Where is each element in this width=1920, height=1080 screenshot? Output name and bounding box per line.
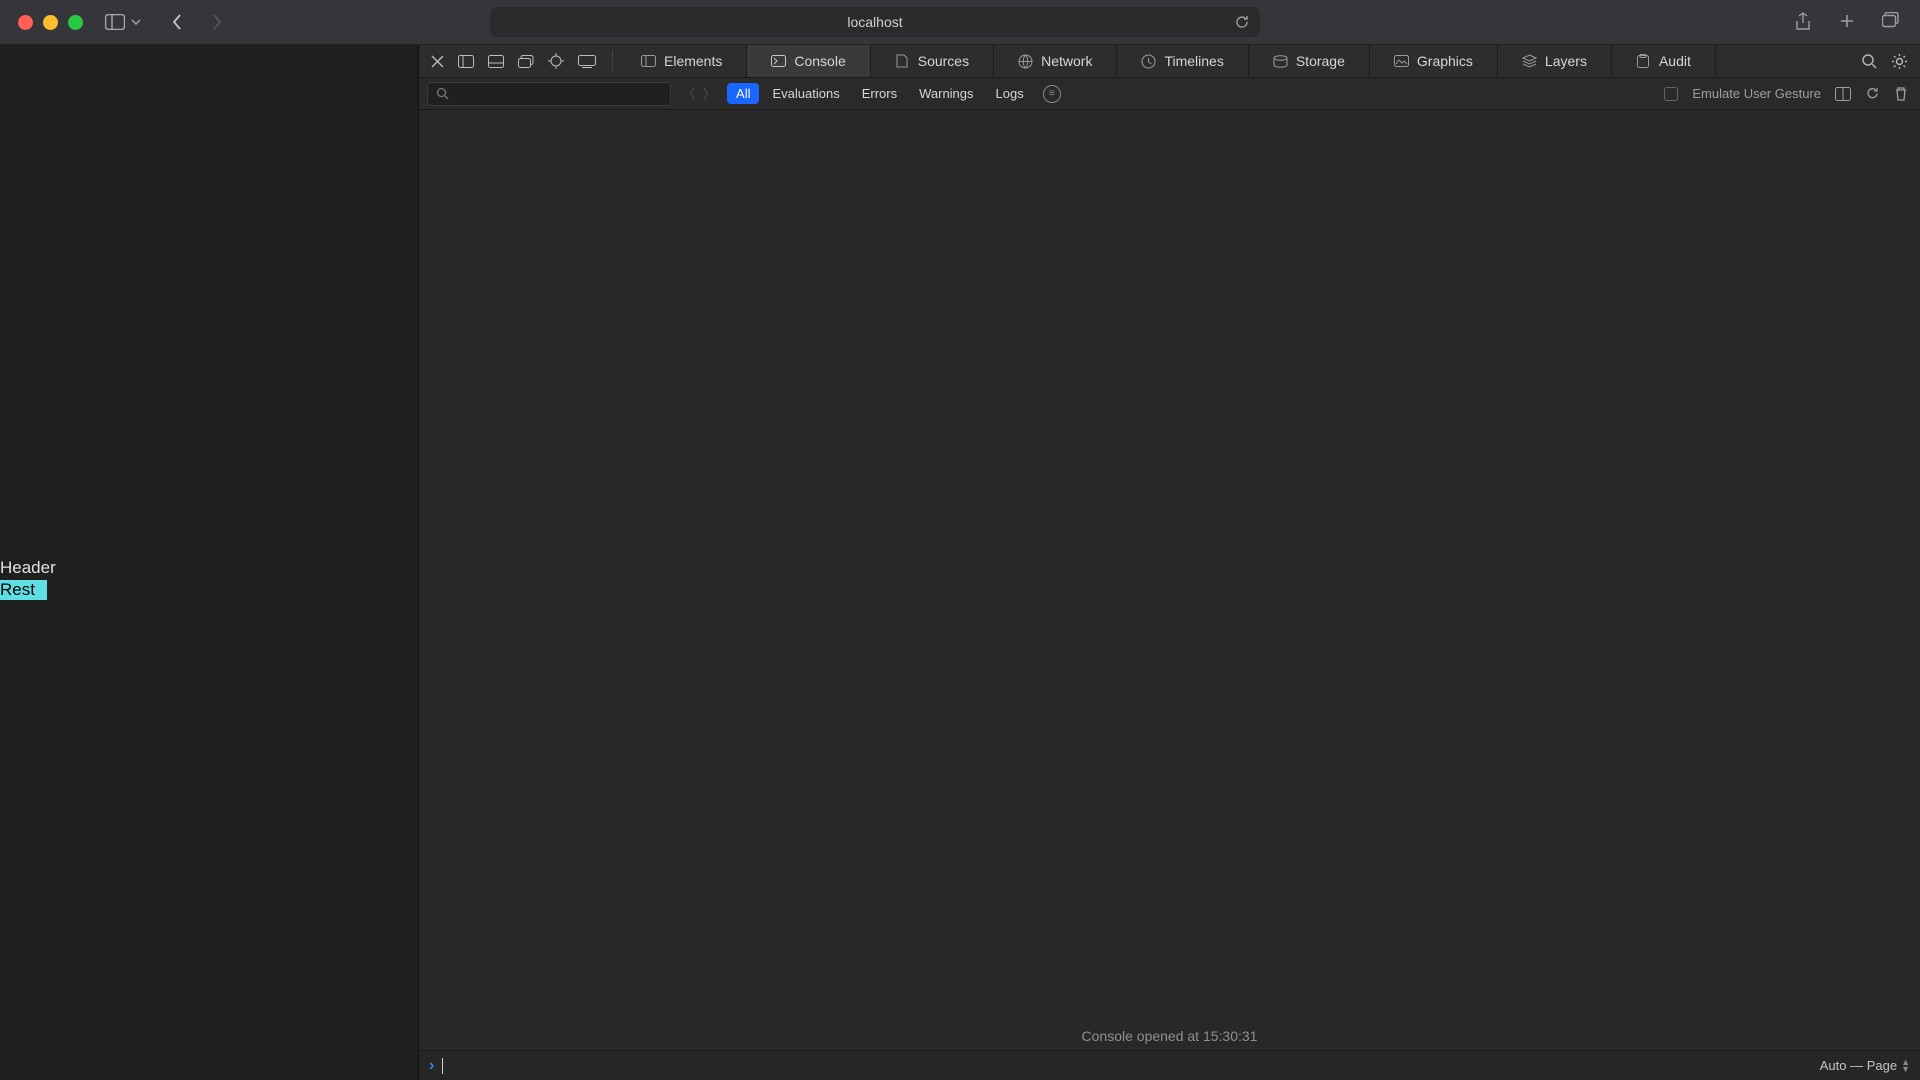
tab-storage[interactable]: Storage (1249, 45, 1370, 77)
filter-options-button[interactable]: ≡ (1043, 85, 1061, 103)
clear-console-button[interactable] (1894, 86, 1908, 101)
nav-forward-button[interactable] (211, 13, 223, 31)
refresh-console-button[interactable] (1865, 86, 1880, 101)
dock-bottom-button[interactable] (488, 55, 504, 68)
tab-label: Timelines (1164, 53, 1223, 69)
filter-pill-errors[interactable]: Errors (853, 83, 906, 104)
console-prompt-row: › Auto — Page ▲▼ (419, 1050, 1920, 1080)
filter-pill-all[interactable]: All (727, 83, 759, 104)
stepper-icon: ▲▼ (1901, 1059, 1910, 1073)
tabs-overview-button[interactable] (1882, 12, 1902, 32)
dock-left-button[interactable] (458, 55, 474, 68)
filter-pill-evaluations[interactable]: Evaluations (763, 83, 848, 104)
tab-layers[interactable]: Layers (1498, 45, 1612, 77)
tab-elements[interactable]: Elements (617, 45, 747, 77)
page-rest-text-highlighted: Rest (0, 580, 47, 600)
tab-audit[interactable]: Audit (1612, 45, 1716, 77)
chevron-down-icon (131, 19, 141, 25)
tab-timelines[interactable]: Timelines (1117, 45, 1248, 77)
page-viewport[interactable]: Header Rest (0, 45, 418, 1080)
emulate-gesture-label: Emulate User Gesture (1692, 86, 1821, 101)
address-bar[interactable]: localhost (490, 7, 1260, 37)
settings-button[interactable] (1891, 53, 1908, 70)
prompt-input[interactable] (442, 1058, 443, 1074)
storage-icon (1273, 54, 1288, 69)
sources-icon (895, 54, 910, 69)
close-window-button[interactable] (18, 15, 33, 30)
elements-icon (641, 54, 656, 69)
filter-pill-warnings[interactable]: Warnings (910, 83, 982, 104)
devtools-panel: Elements Console Sources Network Timelin… (418, 45, 1920, 1080)
filter-pill-logs[interactable]: Logs (987, 83, 1033, 104)
new-tab-button[interactable] (1838, 12, 1856, 32)
console-filter-bar: 〈 〉 All Evaluations Errors Warnings Logs… (419, 78, 1920, 110)
close-devtools-button[interactable] (431, 55, 444, 68)
inspect-element-button[interactable] (548, 53, 564, 69)
zoom-window-button[interactable] (68, 15, 83, 30)
nav-back-button[interactable] (171, 13, 183, 31)
filter-prev-button[interactable]: 〈 (683, 85, 695, 102)
tab-label: Layers (1545, 53, 1587, 69)
console-output[interactable]: Console opened at 15:30:31 › Auto — Page… (419, 110, 1920, 1080)
window-controls (18, 15, 83, 30)
tab-label: Elements (664, 53, 722, 69)
tab-label: Network (1041, 53, 1092, 69)
device-button[interactable] (578, 55, 596, 68)
timelines-icon (1141, 54, 1156, 69)
console-filter-input[interactable] (427, 82, 671, 106)
page-header-text: Header (0, 558, 56, 578)
execution-context-selector[interactable]: Auto — Page ▲▼ (1820, 1058, 1910, 1073)
tab-console[interactable]: Console (747, 45, 870, 77)
console-opened-message: Console opened at 15:30:31 (1082, 1028, 1258, 1044)
browser-titlebar: localhost (0, 0, 1920, 45)
address-text: localhost (847, 14, 902, 30)
context-label: Auto — Page (1820, 1058, 1897, 1073)
tab-graphics[interactable]: Graphics (1370, 45, 1498, 77)
tab-label: Audit (1659, 53, 1691, 69)
filter-next-button[interactable]: 〉 (703, 85, 715, 102)
network-icon (1018, 54, 1033, 69)
devtools-tabstrip: Elements Console Sources Network Timelin… (419, 45, 1920, 78)
tab-label: Graphics (1417, 53, 1473, 69)
audit-icon (1636, 54, 1651, 69)
preserve-log-button[interactable] (1835, 87, 1851, 101)
tab-sources[interactable]: Sources (871, 45, 994, 77)
tab-network[interactable]: Network (994, 45, 1117, 77)
minimize-window-button[interactable] (43, 15, 58, 30)
reload-button[interactable] (1234, 14, 1250, 30)
tab-label: Sources (918, 53, 969, 69)
search-button[interactable] (1861, 53, 1877, 69)
prompt-caret-icon: › (429, 1057, 434, 1075)
sidebar-toggle-button[interactable] (105, 14, 141, 30)
tab-label: Console (794, 53, 845, 69)
graphics-icon (1394, 54, 1409, 69)
search-icon (436, 87, 449, 100)
emulate-gesture-checkbox[interactable] (1664, 87, 1678, 101)
tab-label: Storage (1296, 53, 1345, 69)
undock-button[interactable] (518, 55, 534, 68)
layers-icon (1522, 54, 1537, 69)
console-icon (771, 54, 786, 69)
share-button[interactable] (1794, 12, 1812, 32)
